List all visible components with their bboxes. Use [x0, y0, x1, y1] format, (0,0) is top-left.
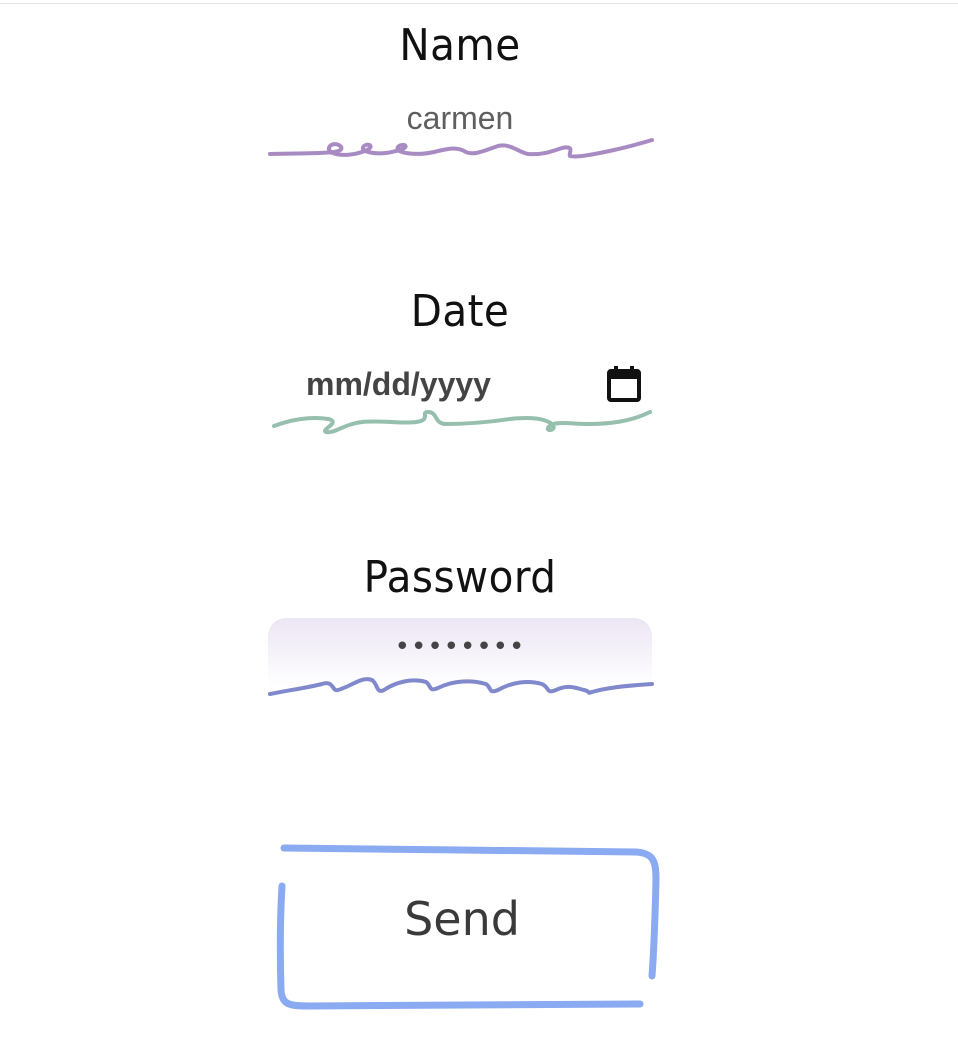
password-masked-value: ••••••••: [394, 632, 526, 662]
name-label: Name: [399, 20, 521, 71]
password-underline: [268, 677, 654, 696]
date-input[interactable]: mm/dd/yyyy: [306, 366, 491, 403]
top-divider: [0, 0, 958, 4]
password-label: Password: [363, 552, 557, 603]
send-button[interactable]: Send: [272, 840, 664, 1016]
date-underline: [272, 410, 652, 435]
calendar-icon[interactable]: [606, 365, 642, 403]
date-label: Date: [410, 286, 510, 337]
name-underline: [268, 138, 654, 159]
send-button-label: Send: [404, 892, 520, 946]
